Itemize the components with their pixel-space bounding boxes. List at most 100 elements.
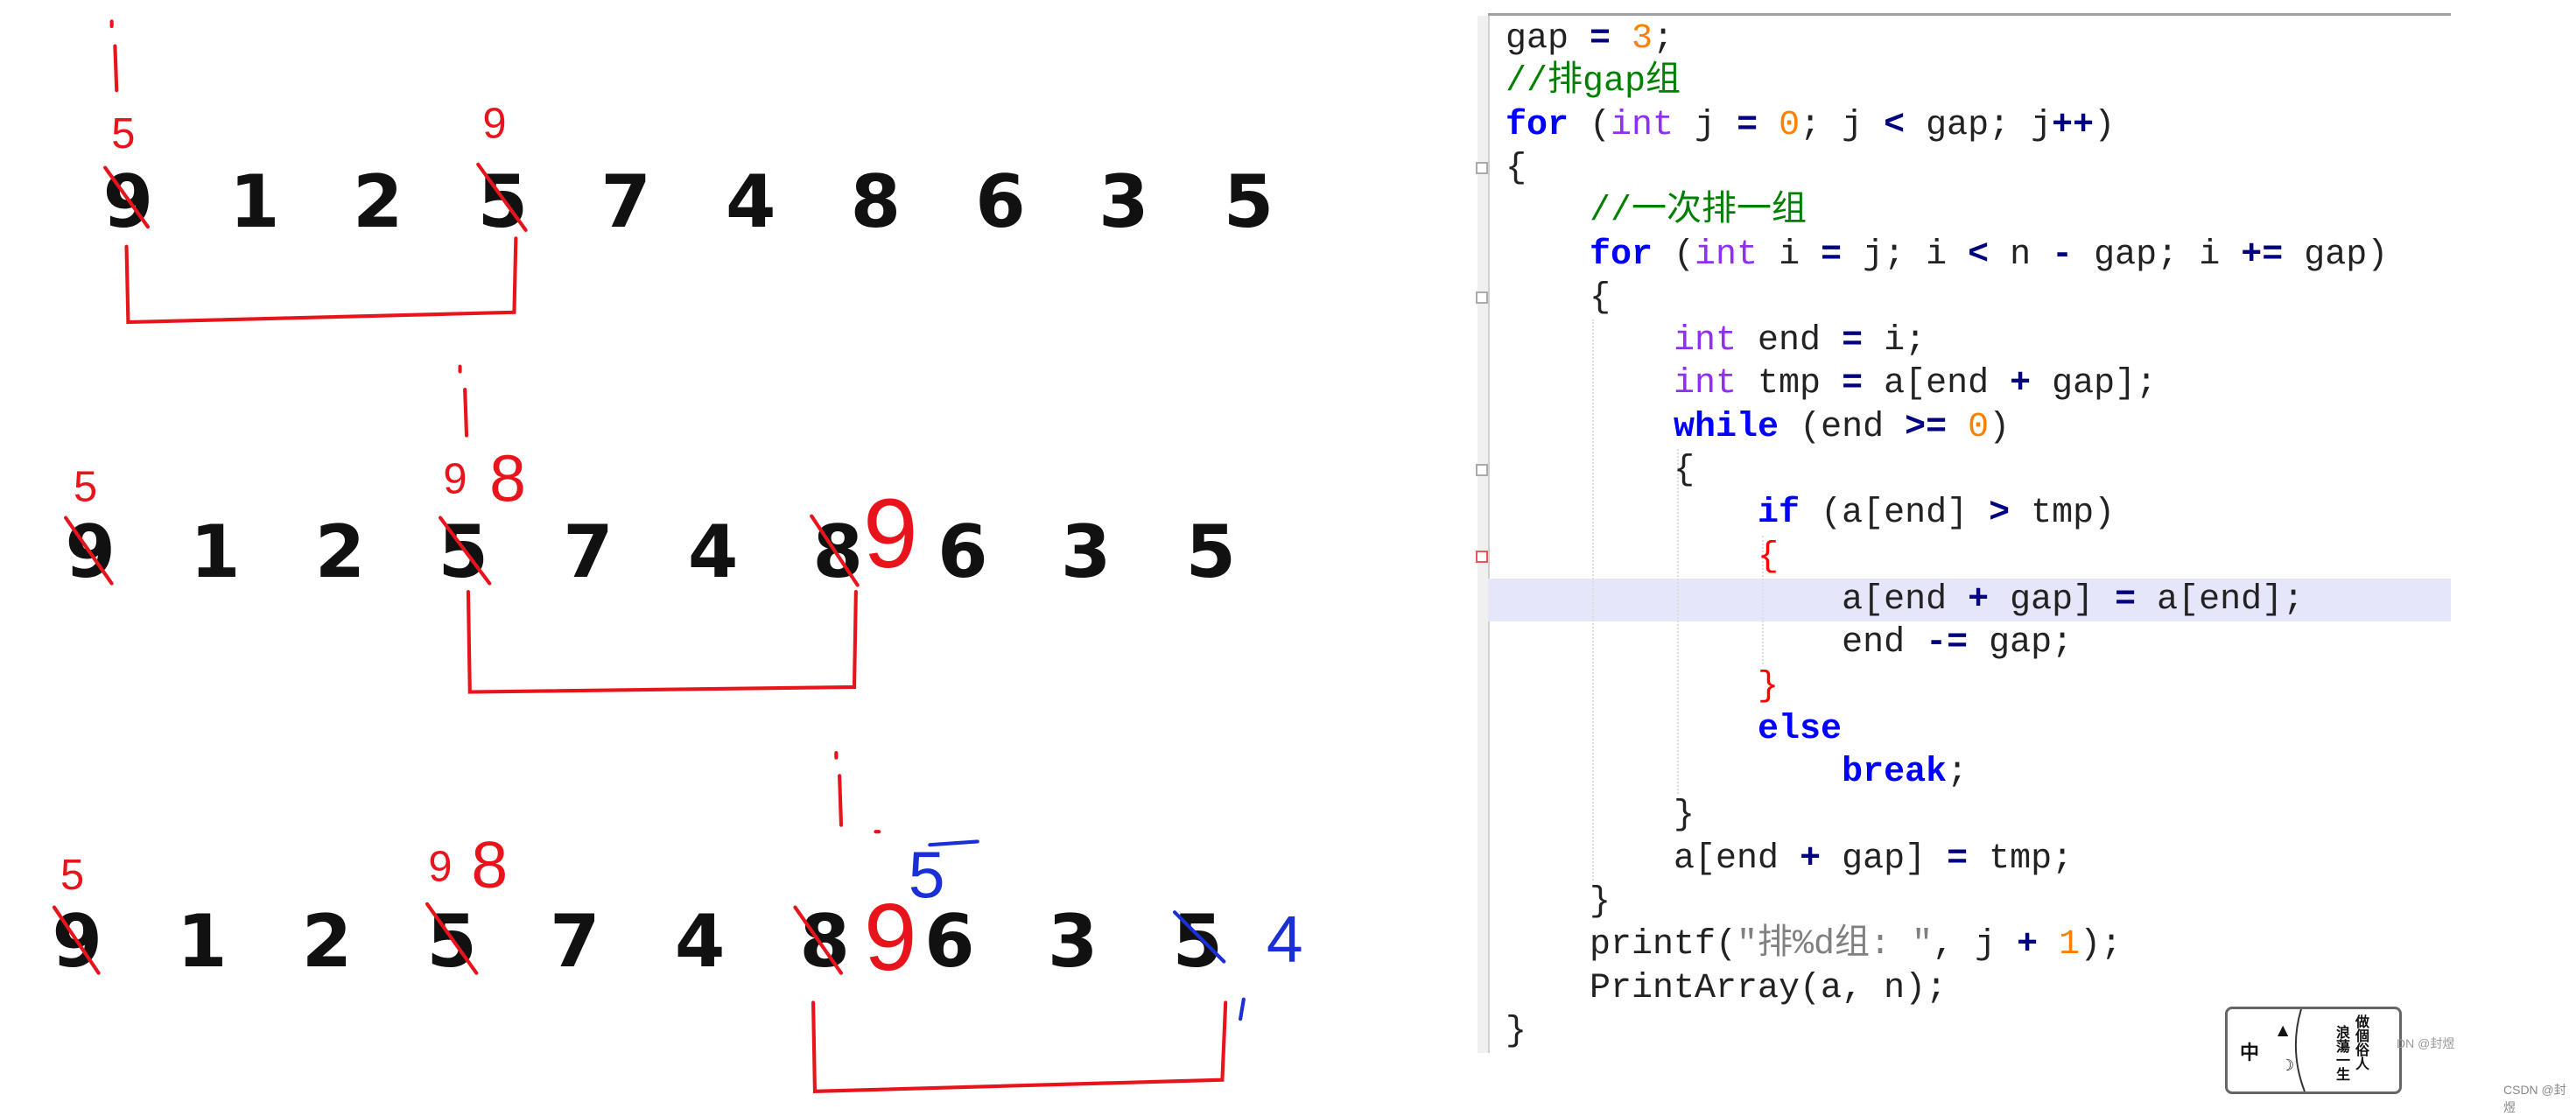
code-token: ( <box>1653 235 1695 275</box>
fold-toggle-icon[interactable] <box>1476 550 1488 563</box>
array-digit: 4 <box>726 160 776 244</box>
array-digit: 6 <box>937 510 987 594</box>
code-token: gap] <box>1989 579 2116 620</box>
note-9: 9 <box>428 843 452 890</box>
code-line[interactable]: { <box>1506 277 1611 319</box>
code-token: - <box>2052 235 2074 275</box>
code-line[interactable]: a[end + gap] = a[end]; <box>1506 579 2304 621</box>
code-token: a[end <box>1863 364 2011 404</box>
code-token: a[end]; <box>2136 579 2305 620</box>
code-token: tmp <box>1737 364 1843 404</box>
code-token: += <box>2241 235 2284 275</box>
seal-stamp: 中 ▲ ☽ 做個俗人 浪蕩一生 <box>2225 1007 2402 1094</box>
array-digit: 5 <box>1186 510 1236 594</box>
array-digit: 4 <box>675 900 725 984</box>
note-8: 8 <box>489 442 526 516</box>
code-token: { <box>1506 451 1695 490</box>
code-editor[interactable]: gap = 3;//排gap组 for (int j = 0; j < gap; … <box>1476 13 2451 1053</box>
note-9-large: 9 <box>863 478 918 588</box>
code-token: gap]; <box>2031 364 2158 404</box>
fold-toggle-icon[interactable] <box>1476 291 1488 304</box>
code-token: gap <box>1506 19 1590 59</box>
code-line[interactable]: break; <box>1506 751 1968 794</box>
code-line[interactable]: end -= gap; <box>1506 621 2073 664</box>
code-line[interactable]: int end = i; <box>1506 319 1926 362</box>
array-digit: 1 <box>190 510 240 594</box>
code-line[interactable]: gap = 3; <box>1506 18 1674 60</box>
code-token: if <box>1758 494 1800 534</box>
code-token: int <box>1695 235 1758 275</box>
code-line[interactable]: } <box>1506 665 1779 708</box>
note-blue-5: 5 <box>909 838 945 911</box>
code-token: 3 <box>1632 19 1653 59</box>
code-token: } <box>1506 796 1695 836</box>
code-token: ; <box>1653 19 1674 59</box>
code-line[interactable]: //一次排一组 <box>1506 190 1807 233</box>
stamp-divider <box>2294 1009 2306 1091</box>
code-token: i; <box>1863 321 1927 361</box>
code-token: tmp; <box>1968 839 2074 879</box>
fold-toggle-icon[interactable] <box>1476 464 1488 476</box>
code-token: ; <box>1947 753 1969 793</box>
code-line[interactable]: a[end + gap] = tmp; <box>1506 838 2073 881</box>
code-token: j; i <box>1842 235 1969 275</box>
array-digit: 5 <box>1224 160 1274 244</box>
array-digit: 6 <box>975 160 1025 244</box>
code-line[interactable]: { <box>1506 147 1527 190</box>
code-line[interactable]: int tmp = a[end + gap]; <box>1506 362 2157 405</box>
code-line[interactable]: for (int i = j; i < n - gap; i += gap) <box>1506 234 2388 277</box>
code-line[interactable]: printf("排%d组: ", j + 1); <box>1506 923 2122 966</box>
code-line[interactable]: else <box>1506 708 1842 751</box>
watermark-partial: DN @封煜 <box>2397 1036 2455 1050</box>
code-token: for <box>1506 105 1569 145</box>
code-line[interactable]: for (int j = 0; j < gap; j++) <box>1506 104 2115 147</box>
code-token: i <box>1758 235 1821 275</box>
code-token: gap] <box>1821 839 1948 879</box>
code-line[interactable]: { <box>1506 536 1779 579</box>
array-digit: 1 <box>229 160 279 244</box>
code-token: 1 <box>2059 925 2081 965</box>
code-line[interactable]: } <box>1506 794 1695 837</box>
code-token: for <box>1590 235 1653 275</box>
code-token: ); <box>2080 925 2123 965</box>
shirt-icon: ▲ <box>2278 1021 2289 1038</box>
code-line[interactable]: while (end >= 0) <box>1506 406 2010 449</box>
array-digit: 3 <box>1048 900 1098 984</box>
code-line[interactable]: } <box>1506 881 1611 923</box>
code-line[interactable]: if (a[end] > tmp) <box>1506 492 2115 535</box>
array-digit: 6 <box>924 900 974 984</box>
code-token: + <box>2010 364 2032 404</box>
fold-toggle-icon[interactable] <box>1476 161 1488 174</box>
code-token: , j <box>1933 925 2018 965</box>
note-5: 5 <box>74 464 97 511</box>
code-token: >= <box>1905 407 1948 447</box>
code-token: < <box>1968 235 1990 275</box>
array-digit: 7 <box>550 900 600 984</box>
code-token: + <box>2017 925 2039 965</box>
code-token: = <box>2115 579 2137 620</box>
stamp-char: 中 <box>2240 1042 2260 1064</box>
code-token: + <box>1800 839 1821 879</box>
code-line[interactable]: } <box>1506 1010 1527 1053</box>
code-line[interactable]: //排gap组 <box>1506 60 1681 103</box>
watermark: CSDN @封煜 <box>2503 1083 2566 1114</box>
code-line[interactable]: PrintArray(a, n); <box>1506 967 1947 1010</box>
array-digit: 1 <box>177 900 227 984</box>
code-token: = <box>1842 321 1864 361</box>
note-8: 8 <box>471 828 508 902</box>
note-9: 9 <box>443 455 467 502</box>
code-token: end <box>1506 623 1927 663</box>
code-token: ; j <box>1800 105 1885 145</box>
code-token: = <box>1947 839 1969 879</box>
code-token: = <box>1842 364 1864 404</box>
code-token: "排%d组: " <box>1737 925 1934 965</box>
code-line[interactable]: { <box>1506 449 1695 492</box>
